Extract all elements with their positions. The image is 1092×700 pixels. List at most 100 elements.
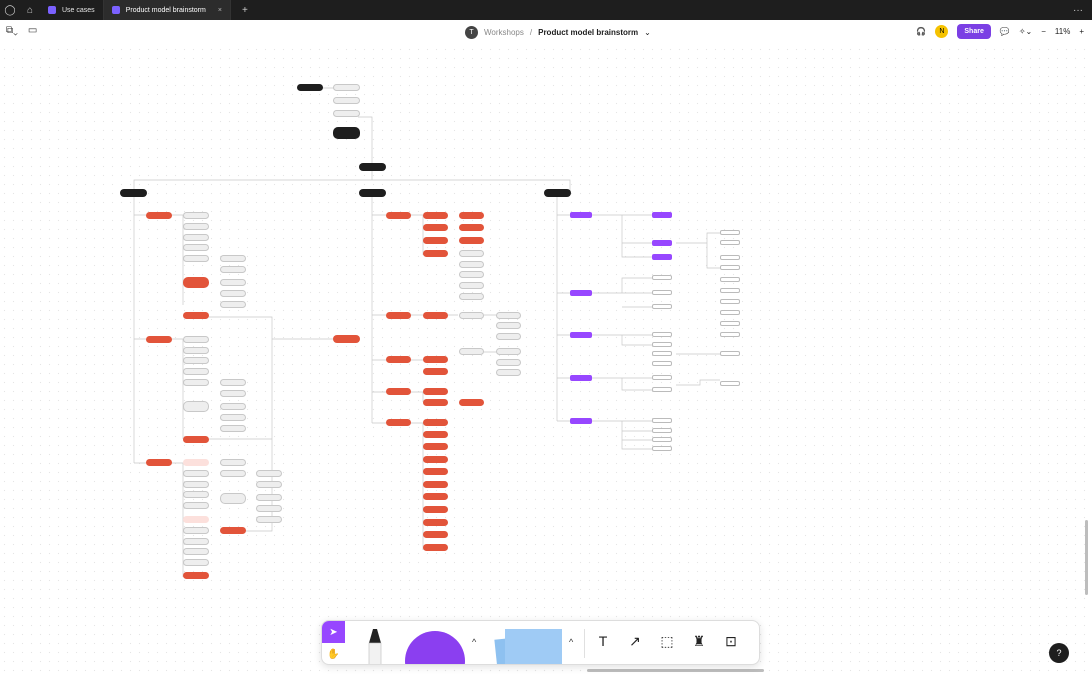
shapes-menu-caret-icon[interactable]: ^ [472,637,476,647]
breadcrumb-team[interactable]: Workshops [484,28,524,37]
mind-map-node[interactable] [220,403,246,410]
mind-map-node[interactable] [333,127,360,139]
mind-map-node[interactable] [459,212,484,219]
mind-map-node[interactable] [720,321,740,326]
mind-map-node[interactable] [220,527,246,534]
mind-map-node[interactable] [220,414,246,421]
mind-map-node[interactable] [459,348,484,355]
comment-icon[interactable]: 💬 [1000,27,1010,36]
mind-map-node[interactable] [496,359,521,366]
mind-map-node[interactable] [386,212,411,219]
mind-map-node[interactable] [423,212,448,219]
mind-map-node[interactable] [720,255,740,260]
mind-map-node[interactable] [652,254,672,260]
mind-map-node[interactable] [423,443,448,450]
zoom-in-button[interactable]: + [1079,27,1084,36]
mind-map-node[interactable] [183,470,209,477]
mind-map-node[interactable] [220,425,246,432]
mind-map-node[interactable] [459,261,484,268]
mind-map-node[interactable] [220,279,246,286]
mind-map-node[interactable] [183,436,209,443]
mind-map-node[interactable] [720,310,740,315]
mind-map-node[interactable] [220,493,246,504]
chevron-down-icon[interactable]: ⌄ [644,28,651,37]
share-button[interactable]: Share [957,24,991,39]
mind-map-node[interactable] [459,237,484,244]
vertical-scrollbar[interactable] [1085,520,1088,595]
mind-map-node[interactable] [333,84,360,91]
mind-map-node[interactable] [220,379,246,386]
mind-map-node[interactable] [652,446,672,451]
mind-map-node[interactable] [496,333,521,340]
zoom-level[interactable]: 11% [1055,27,1070,36]
mind-map-node[interactable] [652,375,672,380]
file-title[interactable]: Product model brainstorm [538,28,638,37]
mind-map-node[interactable] [423,493,448,500]
board-canvas[interactable] [0,45,1092,677]
mind-map-node[interactable] [256,470,282,477]
mind-map-node[interactable] [720,332,740,337]
mind-map-node[interactable] [183,459,209,466]
mind-map-node[interactable] [256,494,282,501]
mind-map-node[interactable] [146,212,172,219]
mind-map-node[interactable] [333,110,360,117]
mind-map-node[interactable] [386,356,411,363]
mind-map-node[interactable] [720,265,740,270]
mind-map-node[interactable] [652,351,672,356]
mind-map-node[interactable] [183,572,209,579]
mind-map-node[interactable] [333,97,360,104]
mind-map-node[interactable] [183,244,209,251]
mind-map-node[interactable] [183,401,209,412]
mind-map-node[interactable] [220,266,246,273]
mind-map-node[interactable] [386,419,411,426]
mind-map-node[interactable] [459,271,484,278]
team-avatar[interactable]: T [465,26,478,39]
mind-map-node[interactable] [459,224,484,231]
mind-map-node[interactable] [423,419,448,426]
mind-map-node[interactable] [570,332,592,338]
mind-map-node[interactable] [120,189,147,197]
mind-map-node[interactable] [720,288,740,293]
mind-map-node[interactable] [423,224,448,231]
mind-map-node[interactable] [183,255,209,262]
mind-map-node[interactable] [183,491,209,498]
mind-map-node[interactable] [652,275,672,280]
mind-map-node[interactable] [652,212,672,218]
text-tool-icon[interactable]: T [592,630,614,652]
mind-map-node[interactable] [146,336,172,343]
mind-map-node[interactable] [183,277,209,288]
mind-map-node[interactable] [386,312,411,319]
tab-use-cases[interactable]: Use cases [40,0,104,20]
mind-map-node[interactable] [570,212,592,218]
mind-map-node[interactable] [183,538,209,545]
mind-map-node[interactable] [652,304,672,309]
mind-map-node[interactable] [720,299,740,304]
mind-map-node[interactable] [423,468,448,475]
move-tool-cursor-icon[interactable]: ➤ [322,621,345,643]
sticky-menu-caret-icon[interactable]: ^ [569,637,573,647]
mind-map-node[interactable] [652,342,672,347]
mind-map-node[interactable] [423,399,448,406]
mind-map-node[interactable] [183,223,209,230]
mind-map-node[interactable] [652,418,672,423]
mind-map-node[interactable] [496,369,521,376]
mind-map-node[interactable] [183,379,209,386]
mind-map-node[interactable] [720,240,740,245]
headphones-icon[interactable]: 🎧 [916,27,926,36]
stamp-tool-icon[interactable]: ♜ [688,630,710,652]
mind-map-node[interactable] [423,519,448,526]
mind-map-node[interactable] [220,390,246,397]
mind-map-node[interactable] [496,312,521,319]
mind-map-node[interactable] [652,332,672,337]
mind-map-node[interactable] [652,361,672,366]
mind-map-node[interactable] [183,481,209,488]
mind-map-root-node[interactable] [359,163,386,171]
mind-map-node[interactable] [183,516,209,523]
mind-map-node[interactable] [423,544,448,551]
mind-map-node[interactable] [183,234,209,241]
mind-map-node[interactable] [423,237,448,244]
mind-map-node[interactable] [220,459,246,466]
mind-map-node[interactable] [423,388,448,395]
marker-pen-icon[interactable] [363,627,387,665]
ai-sparkle-icon[interactable]: ✧⌄ [1019,27,1032,36]
